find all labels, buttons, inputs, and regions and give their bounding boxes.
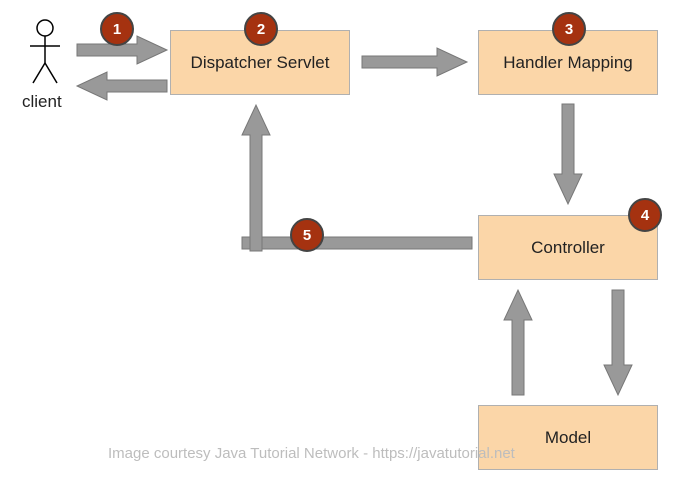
arrow-controller-to-model (604, 290, 632, 395)
model-text: Model (545, 428, 591, 448)
arrow-controller-to-dispatcher-vertical (242, 105, 270, 251)
arrow-dispatcher-to-client (77, 72, 167, 100)
arrow-model-to-controller (504, 290, 532, 395)
image-credit: Image courtesy Java Tutorial Network - h… (108, 445, 515, 462)
dispatcher-text: Dispatcher Servlet (191, 53, 330, 73)
badge-1: 1 (100, 12, 134, 46)
controller-text: Controller (531, 238, 605, 258)
badge-5: 5 (290, 218, 324, 252)
arrow-handler-to-controller (554, 104, 582, 204)
badge-3: 3 (552, 12, 586, 46)
arrow-controller-to-dispatcher-horizontal (242, 235, 472, 251)
badge-2: 2 (244, 12, 278, 46)
arrow-dispatcher-to-handler (362, 48, 467, 76)
client-icon (25, 18, 65, 88)
handler-text: Handler Mapping (503, 53, 632, 73)
client-label: client (22, 92, 62, 112)
badge-4: 4 (628, 198, 662, 232)
